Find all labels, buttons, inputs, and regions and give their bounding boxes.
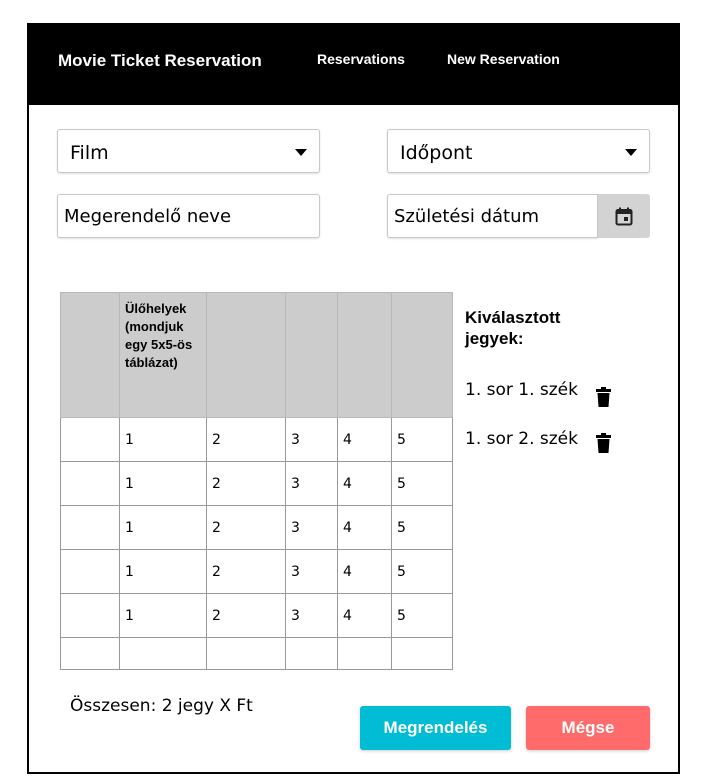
seat-table: Ülőhelyek (mondjuk egy 5x5-ös táblázat) … <box>60 292 453 670</box>
cancel-button[interactable]: Mégse <box>526 706 650 750</box>
seat-cell[interactable]: 2 <box>206 549 286 594</box>
table-row: 1 2 3 4 5 <box>60 505 453 550</box>
trash-icon[interactable] <box>596 433 611 453</box>
calendar-button[interactable] <box>598 194 650 238</box>
seat-cell[interactable]: 5 <box>391 505 453 550</box>
seat-cell[interactable]: 2 <box>206 505 286 550</box>
seat-cell[interactable]: 3 <box>285 549 338 594</box>
caret-down-icon <box>625 149 637 156</box>
brand-title[interactable]: Movie Ticket Reservation <box>58 51 262 71</box>
seat-cell[interactable]: 1 <box>119 505 207 550</box>
header-cell-empty <box>60 292 120 418</box>
row-label-cell <box>60 417 120 462</box>
table-row: 1 2 3 4 5 <box>60 461 453 506</box>
seat-table-header: Ülőhelyek (mondjuk egy 5x5-ös táblázat) <box>119 292 207 418</box>
seat-cell[interactable]: 2 <box>206 593 286 638</box>
seat-cell[interactable]: 2 <box>206 461 286 506</box>
seat-cell[interactable]: 5 <box>391 417 453 462</box>
selected-tickets-title: Kiválasztott jegyek: <box>465 308 561 348</box>
seat-cell[interactable]: 3 <box>285 505 338 550</box>
row-label-cell <box>60 593 120 638</box>
customer-name-field[interactable]: Megerendelő neve <box>57 194 320 238</box>
seat-table-header-row: Ülőhelyek (mondjuk egy 5x5-ös táblázat) <box>60 292 453 418</box>
app-frame: Movie Ticket Reservation Reservations Ne… <box>27 23 680 774</box>
seat-cell[interactable]: 3 <box>285 417 338 462</box>
table-row: 1 2 3 4 5 <box>60 549 453 594</box>
header-cell <box>391 292 453 418</box>
seat-cell[interactable]: 1 <box>119 417 207 462</box>
nav-link-reservations[interactable]: Reservations <box>317 51 405 67</box>
selected-ticket: 1. sor 1. szék <box>465 380 578 400</box>
seat-cell[interactable]: 4 <box>337 593 392 638</box>
time-select[interactable]: Időpont <box>387 129 650 173</box>
birthdate-field[interactable]: Születési dátum <box>387 194 598 238</box>
trash-icon[interactable] <box>596 387 611 407</box>
calendar-icon <box>615 207 633 226</box>
seat-cell[interactable]: 4 <box>337 417 392 462</box>
seat-cell[interactable]: 3 <box>285 461 338 506</box>
film-select[interactable]: Film <box>57 129 320 173</box>
row-label-cell <box>60 505 120 550</box>
row-label-cell <box>60 461 120 506</box>
order-button[interactable]: Megrendelés <box>360 706 511 750</box>
seat-cell[interactable]: 3 <box>285 593 338 638</box>
table-row: 1 2 3 4 5 <box>60 593 453 638</box>
navbar: Movie Ticket Reservation Reservations Ne… <box>29 25 678 105</box>
seat-cell[interactable]: 1 <box>119 549 207 594</box>
seat-cell[interactable]: 4 <box>337 549 392 594</box>
film-select-value: Film <box>70 142 109 164</box>
seat-cell[interactable]: 2 <box>206 417 286 462</box>
caret-down-icon <box>295 149 307 156</box>
selected-ticket: 1. sor 2. szék <box>465 429 578 449</box>
header-cell <box>337 292 392 418</box>
seat-cell[interactable]: 5 <box>391 461 453 506</box>
table-row-empty <box>60 637 453 670</box>
row-label-cell <box>60 549 120 594</box>
header-cell <box>285 292 338 418</box>
seat-cell[interactable]: 5 <box>391 593 453 638</box>
seat-cell[interactable]: 1 <box>119 461 207 506</box>
order-total: Összesen: 2 jegy X Ft <box>70 696 253 716</box>
seat-cell[interactable]: 4 <box>337 461 392 506</box>
nav-link-new-reservation[interactable]: New Reservation <box>447 51 560 67</box>
seat-cell[interactable]: 4 <box>337 505 392 550</box>
time-select-value: Időpont <box>400 142 473 164</box>
seat-cell[interactable]: 5 <box>391 549 453 594</box>
seat-cell[interactable]: 1 <box>119 593 207 638</box>
table-row: 1 2 3 4 5 <box>60 417 453 462</box>
header-cell <box>206 292 286 418</box>
